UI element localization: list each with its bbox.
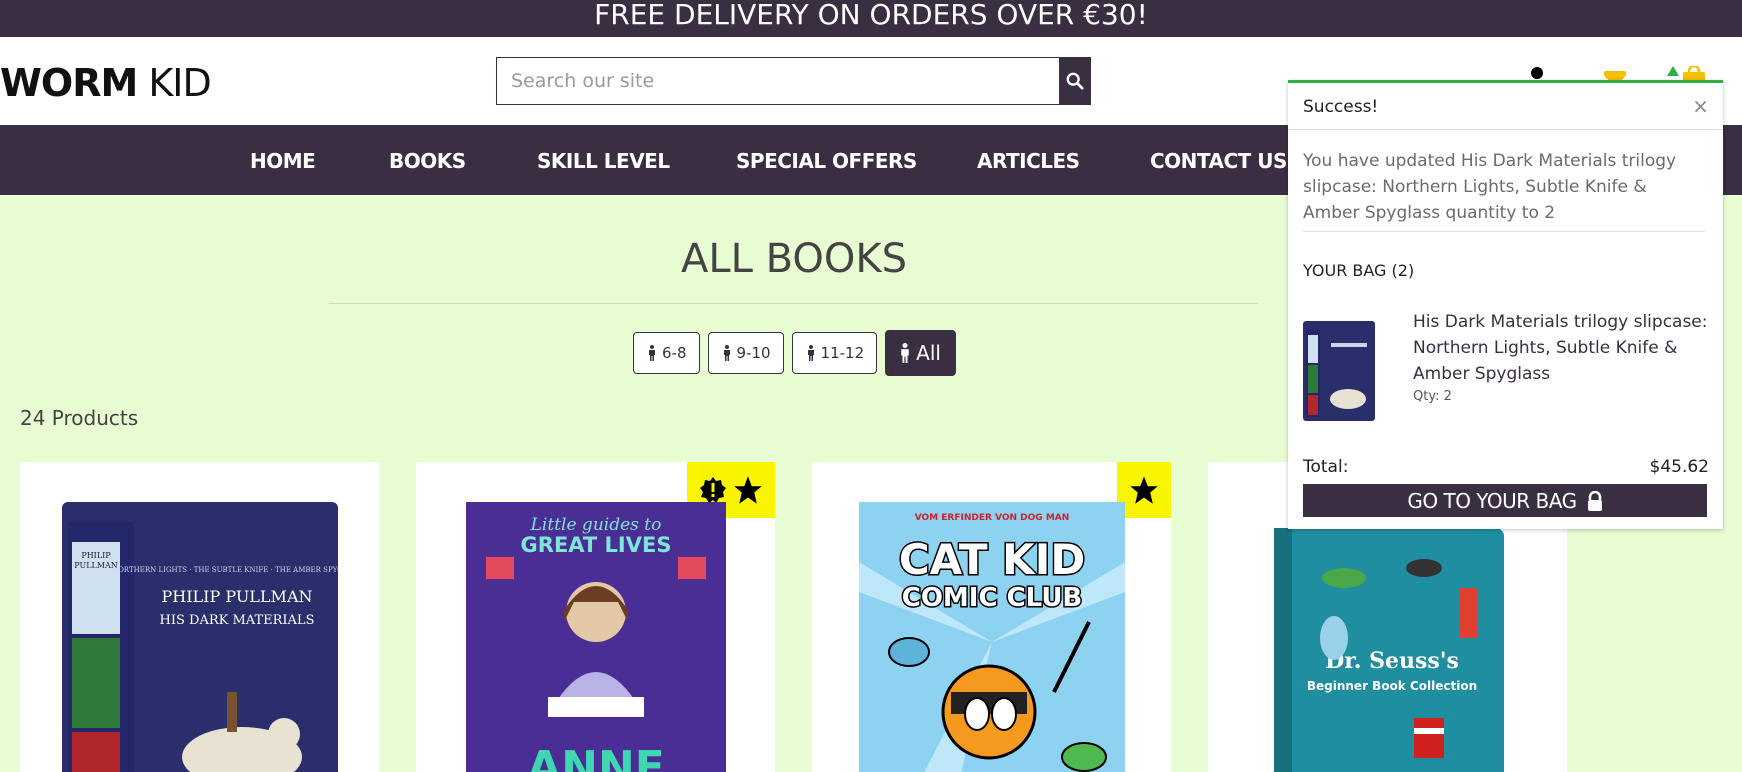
search-form [496,57,1091,105]
product-card[interactable]: Little guides to GREAT LIVES ANNE [416,462,775,772]
logo-light-text: KID [137,61,211,105]
total-value: $45.62 [1649,457,1709,477]
nav-item-skill-level[interactable]: SKILL LEVEL [537,149,670,173]
nav-item-home[interactable]: HOME [250,149,316,173]
bag-item-image [1303,321,1375,421]
cover-subtitle: Little guides to [530,515,662,535]
bag-item-title[interactable]: His Dark Materials trilogy slipcase: Nor… [1413,309,1713,387]
logo-bold-text: WORM [0,61,138,105]
close-icon[interactable]: × [1692,94,1709,118]
person-icon [649,345,655,361]
filter-age-9-10[interactable]: 9-10 [707,332,784,374]
total-label: Total: [1303,457,1349,477]
star-icon [1130,476,1158,504]
filter-age-6-8[interactable]: 6-8 [633,332,700,374]
cover-title: GREAT LIVES [521,533,672,557]
product-image[interactable]: PHILIP PULLMAN NORTHERN LIGHTS · THE SUB… [62,502,338,772]
person-icon [901,343,909,363]
product-image[interactable]: VOM ERFINDER VON DOG MAN CAT KID COMIC C… [859,502,1125,772]
search-input[interactable] [497,58,1059,104]
cover-header-text: NORTHERN LIGHTS · THE SUBTLE KNIFE · THE… [112,566,338,574]
go-to-bag-button[interactable]: GO TO YOUR BAG [1303,484,1707,517]
cover-title: Dr. Seuss's [1325,648,1459,674]
go-to-bag-label: GO TO YOUR BAG [1407,488,1577,513]
filter-label: 11-12 [820,344,865,362]
cover-title: CAT KID [899,535,1085,584]
product-badges [1117,462,1171,518]
title-divider [329,303,1258,304]
cover-series: HIS DARK MATERIALS [160,613,315,628]
bag-item-qty: Qty: 2 [1413,389,1452,404]
promo-banner-text: FREE DELIVERY ON ORDERS OVER €30! [594,0,1148,31]
cover-tagline: VOM ERFINDER VON DOG MAN [915,513,1070,523]
toast-message: You have updated His Dark Materials tril… [1303,151,1677,223]
filter-label: All [916,341,941,365]
toast-divider [1303,231,1705,232]
person-icon [807,345,814,361]
filter-age-11-12[interactable]: 11-12 [791,332,878,374]
promo-banner: FREE DELIVERY ON ORDERS OVER €30! [0,0,1742,37]
person-icon [723,345,730,361]
filter-label: 9-10 [736,344,771,362]
product-count: 24 Products [20,406,139,430]
nav-item-special-offers[interactable]: SPECIAL OFFERS [736,149,917,173]
toast-header: Success! × [1288,83,1723,130]
nav-item-books[interactable]: BOOKS [389,149,466,173]
lock-icon [1587,490,1602,511]
svg-text:PHILIP: PHILIP [81,551,111,560]
cover-author: PHILIP PULLMAN [162,587,313,606]
product-image[interactable]: Little guides to GREAT LIVES ANNE [466,502,726,772]
filter-label: 6-8 [662,344,687,362]
star-icon [734,476,762,504]
filter-age-all[interactable]: All [885,330,956,376]
alert-badge-icon [700,477,726,503]
account-icon[interactable] [1531,67,1543,79]
age-filter-group: 6-8 9-10 11-12 All [633,330,956,376]
product-image[interactable]: Dr. Seuss's Beginner Book Collection [1274,528,1504,772]
search-button[interactable] [1059,58,1090,104]
success-toast: Success! × You have updated His Dark Mat… [1288,80,1723,529]
product-card[interactable]: VOM ERFINDER VON DOG MAN CAT KID COMIC C… [812,462,1171,772]
nav-item-contact-us[interactable]: CONTACT US [1150,149,1287,173]
product-card[interactable]: PHILIP PULLMAN NORTHERN LIGHTS · THE SUB… [20,462,379,772]
toast-title: Success! [1303,97,1379,117]
cover-subtitle: Beginner Book Collection [1307,679,1477,693]
site-logo[interactable]: WORM KID [0,61,212,105]
search-icon [1066,72,1084,90]
cover-name: ANNE [527,742,665,772]
nav-item-articles[interactable]: ARTICLES [977,149,1080,173]
cover-subtitle: COMIC CLUB [902,583,1083,613]
bag-heading: YOUR BAG (2) [1303,261,1415,280]
